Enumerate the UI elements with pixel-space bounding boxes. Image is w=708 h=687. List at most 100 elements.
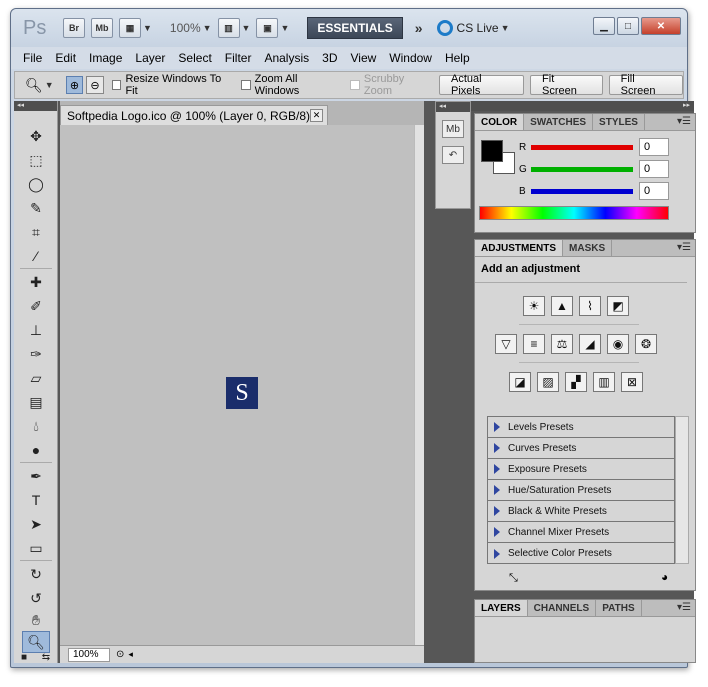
tab-adjustments[interactable]: ADJUSTMENTS [475,240,564,256]
zoom-out-icon[interactable]: ⊖ [86,76,104,94]
brightness-contrast-icon[interactable]: ☀ [523,296,545,316]
tab-swatches[interactable]: SWATCHES [524,114,594,130]
lasso-tool-icon[interactable]: ◯ [22,173,50,195]
chevron-down-icon[interactable]: ▼ [45,80,54,90]
chevron-down-icon[interactable]: ▼ [203,23,212,33]
zoom-tool-preset-icon[interactable]: 🔍︎ [25,77,43,94]
swap-colors-icon[interactable]: ⇆ [38,651,54,663]
3d-rotate-tool-icon[interactable]: ↻ [22,563,50,585]
resize-windows-checkbox[interactable]: Resize Windows To Fit [111,73,233,97]
tab-color[interactable]: COLOR [475,114,525,130]
chevron-left-icon[interactable]: ◂ [128,649,133,660]
threshold-icon[interactable]: ▞ [565,372,587,392]
channel-mixer-icon[interactable]: ❂ [635,334,657,354]
clone-stamp-tool-icon[interactable]: ⊥ [22,319,50,341]
exposure-icon[interactable]: ◩ [607,296,629,316]
tab-masks[interactable]: MASKS [563,240,613,256]
r-slider[interactable] [531,144,633,150]
chevron-down-icon[interactable]: ▼ [242,23,251,33]
gradient-map-icon[interactable]: ▥ [593,372,615,392]
fill-screen-button[interactable]: Fill Screen [608,73,683,97]
tab-layers[interactable]: LAYERS [475,600,528,616]
foreground-background-colors-icon[interactable]: ■ [16,651,32,663]
panel-menu-icon[interactable]: ▾☰ [677,602,691,613]
chevron-down-icon[interactable]: ▼ [280,23,289,33]
tab-styles[interactable]: STYLES [593,114,645,130]
eyedropper-tool-icon[interactable]: ⁄ [22,245,50,267]
zoom-in-icon[interactable]: ⊕ [65,76,84,94]
crop-tool-icon[interactable]: ⌗ [22,221,50,243]
r-value-field[interactable]: 0 [639,138,669,156]
menu-3d[interactable]: 3D [322,51,337,65]
bridge-button[interactable]: Br [63,18,85,38]
screen-mode-button[interactable]: ▣ [256,18,279,38]
zoom-all-windows-checkbox[interactable]: Zoom All Windows [240,73,342,97]
history-panel-icon[interactable]: ↶ [442,146,464,164]
cs-live-button[interactable]: CS Live ▼ [436,20,510,36]
move-tool-icon[interactable]: ✥ [22,125,50,147]
photo-filter-icon[interactable]: ◉ [607,334,629,354]
list-item[interactable]: Channel Mixer Presets [488,522,674,543]
more-workspaces-icon[interactable]: » [415,20,423,36]
history-brush-tool-icon[interactable]: ✑ [22,343,50,365]
presets-scrollbar[interactable] [675,416,689,564]
marquee-tool-icon[interactable]: ⬚ [22,149,50,171]
posterize-icon[interactable]: ▨ [537,372,559,392]
list-item[interactable]: Hue/Saturation Presets [488,480,674,501]
zoom-level-dropdown[interactable]: 100% [170,21,201,35]
fit-screen-button[interactable]: Fit Screen [530,73,603,97]
pen-tool-icon[interactable]: ✒ [22,465,50,487]
vibrance-icon[interactable]: ▽ [495,334,517,354]
color-spectrum-ramp[interactable] [479,206,669,220]
panel-menu-icon[interactable]: ▾☰ [677,242,691,253]
tab-channels[interactable]: CHANNELS [528,600,597,616]
menu-window[interactable]: Window [389,51,432,65]
gradient-tool-icon[interactable]: ▤ [22,391,50,413]
menu-select[interactable]: Select [178,51,211,65]
eraser-tool-icon[interactable]: ▱ [22,367,50,389]
curves-icon[interactable]: ⌇ [579,296,601,316]
list-item[interactable]: Levels Presets [488,417,674,438]
workspace-essentials-button[interactable]: ESSENTIALS [307,17,403,39]
3d-orbit-tool-icon[interactable]: ↺ [22,587,50,609]
canvas[interactable]: S [63,125,417,645]
tools-panel-collapse-icon[interactable]: ◂◂ [14,101,57,111]
menu-filter[interactable]: Filter [225,51,252,65]
zoom-tool-icon[interactable]: 🔍︎ [22,631,50,653]
panel-menu-icon[interactable]: ▾☰ [677,116,691,127]
hand-tool-icon[interactable]: ✋︎ [22,609,50,631]
maximize-button[interactable]: □ [617,17,639,35]
close-icon[interactable]: ✕ [310,109,323,122]
actual-pixels-button[interactable]: Actual Pixels [439,73,525,97]
selective-color-icon[interactable]: ⊠ [621,372,643,392]
dock-collapse-icon[interactable]: ▸▸ [471,101,694,111]
menu-analysis[interactable]: Analysis [264,51,309,65]
list-item[interactable]: Black & White Presets [488,501,674,522]
view-extras-button[interactable]: ▦ [119,18,141,38]
arrange-documents-button[interactable]: ▥ [217,18,240,38]
color-balance-icon[interactable]: ⚖ [551,334,573,354]
vertical-scrollbar[interactable] [414,125,424,645]
menu-image[interactable]: Image [89,51,122,65]
list-item[interactable]: Exposure Presets [488,459,674,480]
minimize-button[interactable]: ▁ [593,17,615,35]
menu-help[interactable]: Help [445,51,470,65]
brush-tool-icon[interactable]: ✐ [22,295,50,317]
menu-view[interactable]: View [350,51,376,65]
type-tool-icon[interactable]: T [22,489,50,511]
clip-layer-icon[interactable]: ◕ [661,570,668,584]
tab-paths[interactable]: PATHS [596,600,642,616]
chevron-down-icon[interactable]: ▼ [143,23,152,33]
g-slider[interactable] [531,166,633,172]
g-value-field[interactable]: 0 [639,160,669,178]
close-button[interactable]: ✕ [641,17,681,35]
b-value-field[interactable]: 0 [639,182,669,200]
document-tab[interactable]: Softpedia Logo.ico @ 100% (Layer 0, RGB/… [60,105,328,125]
black-white-icon[interactable]: ◢ [579,334,601,354]
status-zoom-field[interactable]: 100% [68,647,110,662]
status-info-icon[interactable]: ⊙ [116,649,124,660]
path-selection-tool-icon[interactable]: ➤ [22,513,50,535]
levels-icon[interactable]: ▲ [551,296,573,316]
return-to-list-icon[interactable]: ⤡ [509,572,518,585]
list-item[interactable]: Curves Presets [488,438,674,459]
